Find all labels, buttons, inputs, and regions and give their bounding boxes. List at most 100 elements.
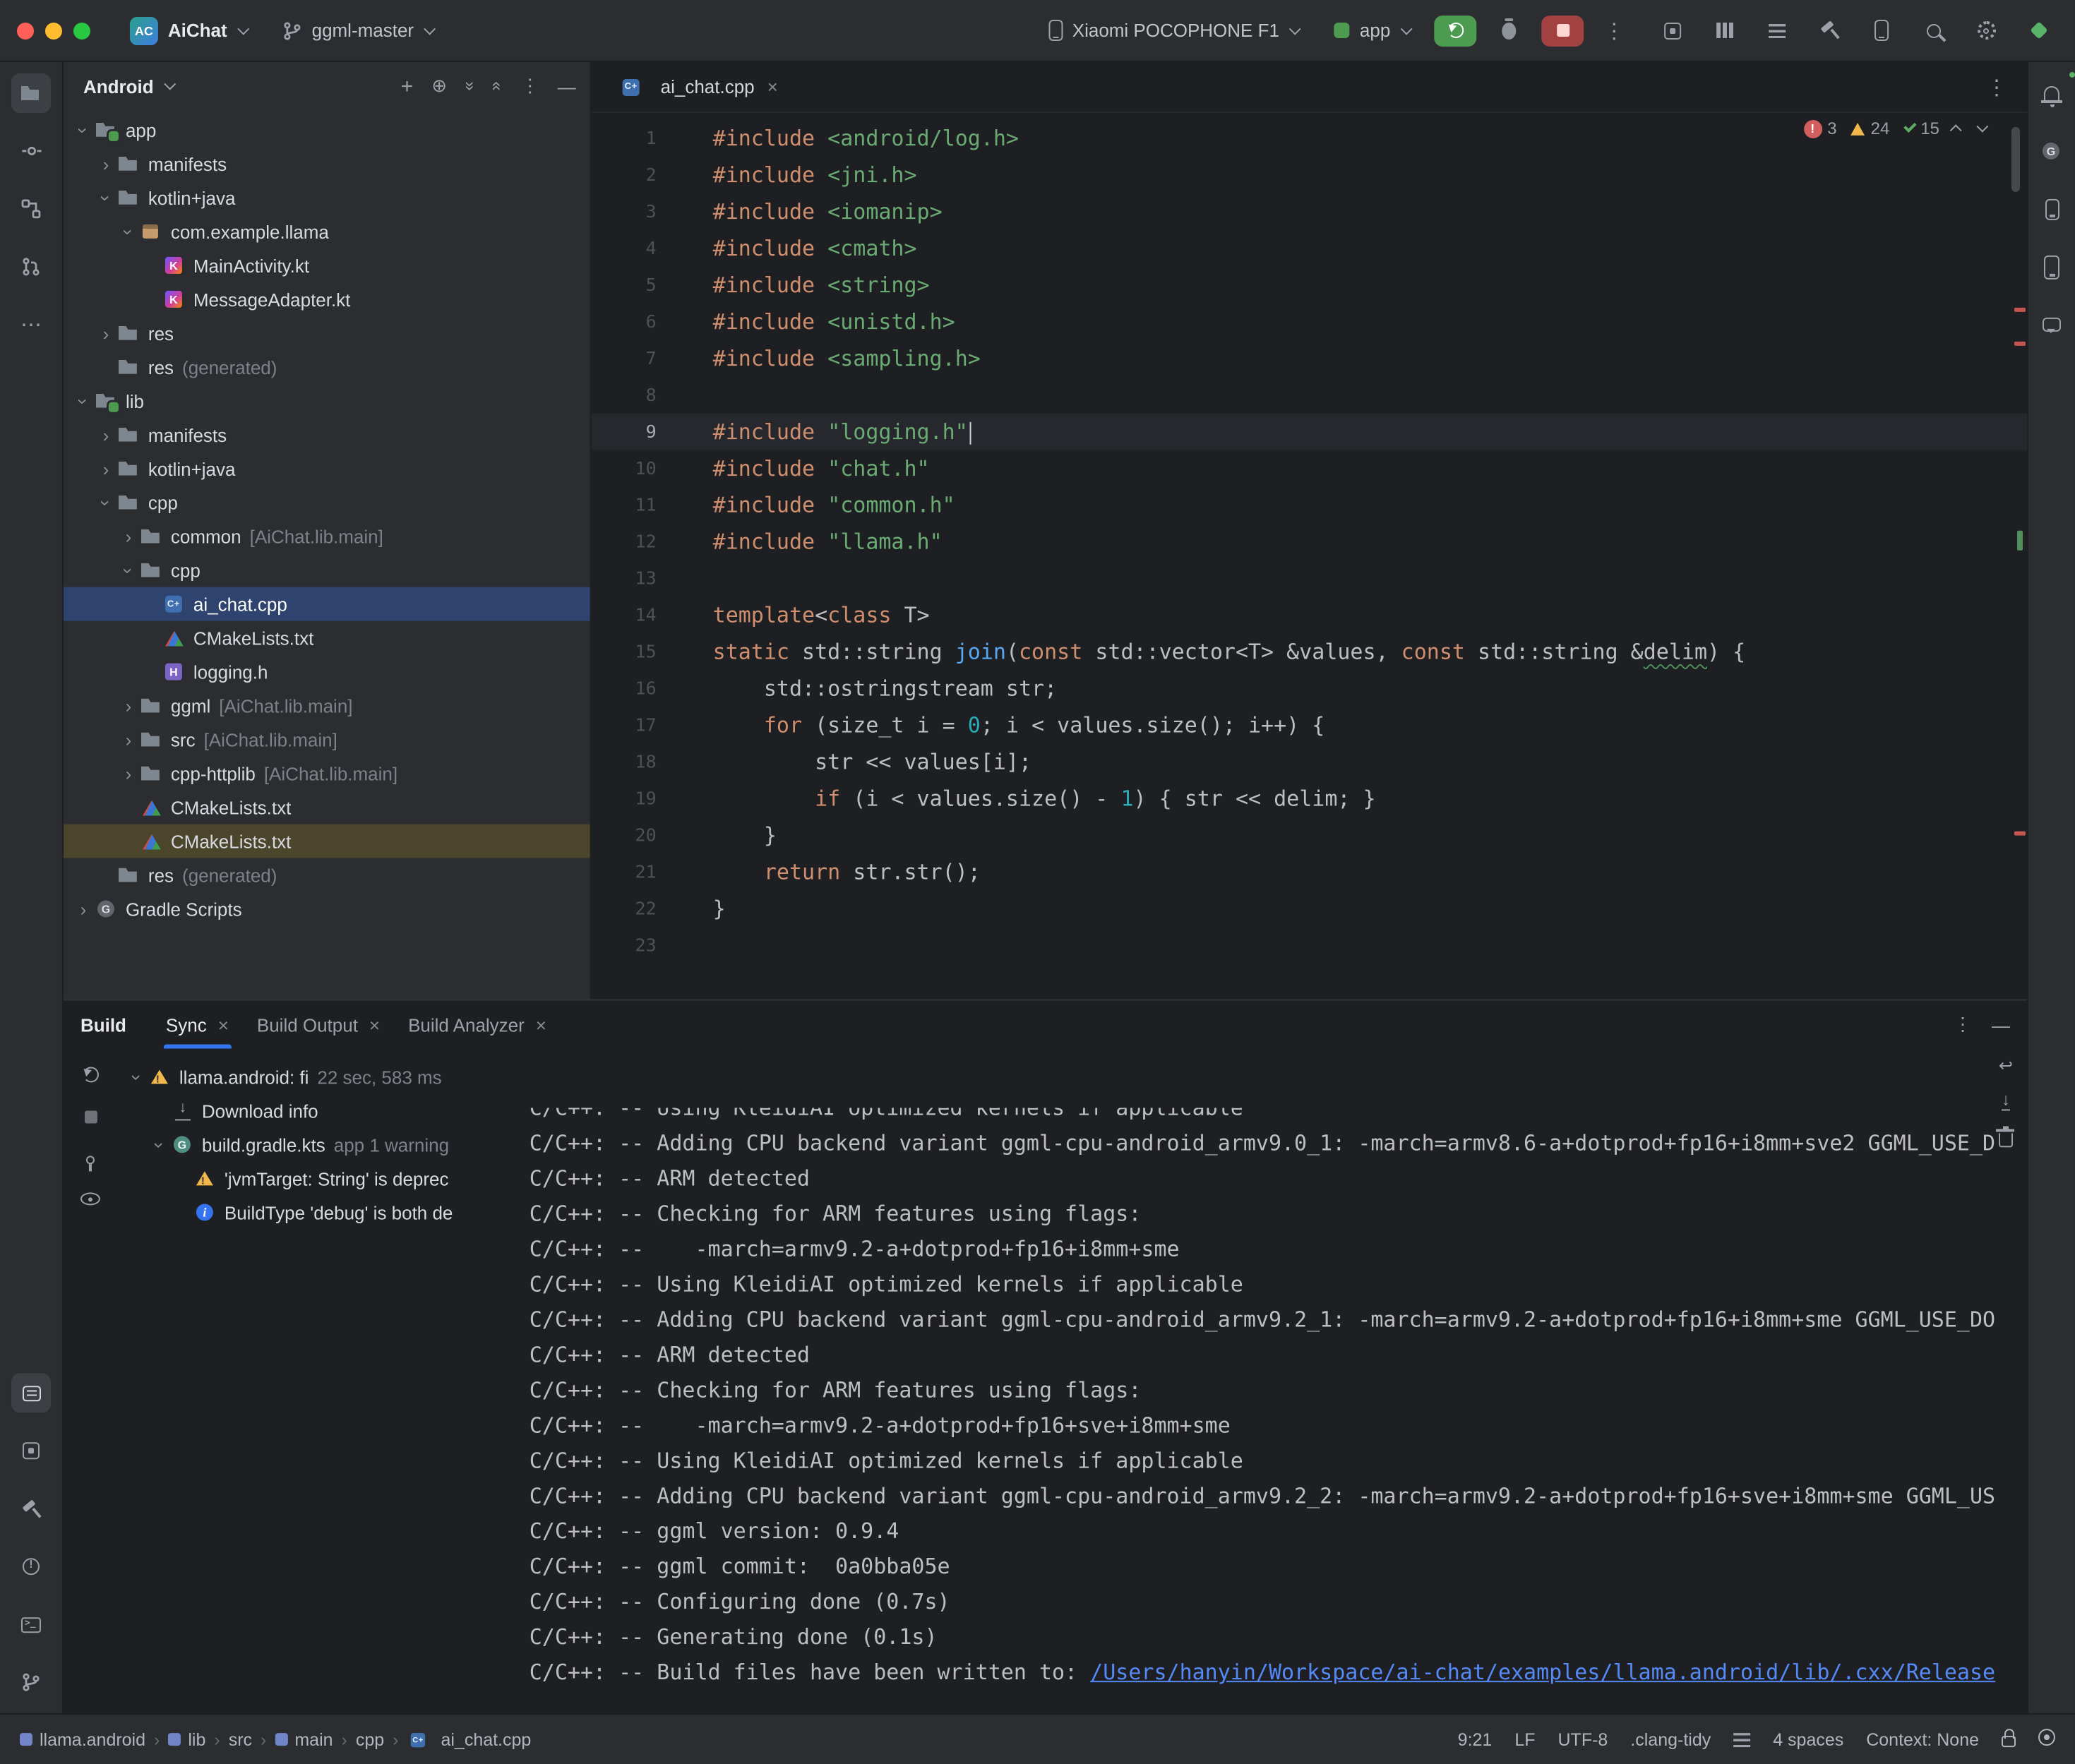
- chevron-right-icon[interactable]: ›: [95, 324, 117, 342]
- code-line-20[interactable]: 20 }: [592, 817, 2027, 854]
- breadcrumb-src[interactable]: src: [229, 1729, 252, 1749]
- line-number[interactable]: 7: [592, 340, 657, 377]
- line-number[interactable]: 21: [592, 854, 657, 891]
- project-tree-item-gradle-scripts[interactable]: ›Gradle Scripts: [64, 892, 590, 926]
- indent-setting[interactable]: 4 spaces: [1773, 1729, 1843, 1749]
- logcat-tool-button[interactable]: [11, 1373, 51, 1412]
- stop-sync-icon[interactable]: [84, 1106, 97, 1127]
- stop-button[interactable]: [1541, 15, 1584, 46]
- code-line-10[interactable]: 10#include "chat.h": [592, 450, 2027, 487]
- project-tree-item-kotlin-java[interactable]: ›kotlin+java: [64, 181, 590, 215]
- build-panel-options-icon[interactable]: ⋮: [1954, 1013, 1972, 1036]
- breadcrumb-ai-chat-cpp[interactable]: ai_chat.cpp: [407, 1728, 531, 1751]
- context-widget[interactable]: Context: None: [1866, 1729, 1979, 1749]
- close-tab-icon[interactable]: ×: [767, 76, 778, 97]
- line-number[interactable]: 23: [592, 928, 657, 964]
- code-line-17[interactable]: 17 for (size_t i = 0; i < values.size();…: [592, 707, 2027, 744]
- chevron-down-icon[interactable]: ›: [74, 119, 92, 141]
- build-tree-item-llama-android-fi[interactable]: ›llama.android: fi22 sec, 583 ms: [117, 1060, 513, 1093]
- layout-inspector-icon[interactable]: [1658, 16, 1687, 44]
- line-number[interactable]: 19: [592, 781, 657, 817]
- project-tree-item-cmakelists-txt[interactable]: CMakeLists.txt: [64, 621, 590, 655]
- pull-requests-tool-button[interactable]: [11, 247, 51, 287]
- project-tree-item-com-example-llama[interactable]: ›com.example.llama: [64, 215, 590, 248]
- chevron-right-icon[interactable]: ›: [95, 460, 117, 478]
- line-number[interactable]: 10: [592, 450, 657, 487]
- clear-console-icon[interactable]: [1999, 1127, 2013, 1153]
- close-tab-icon[interactable]: ×: [536, 1014, 546, 1035]
- terminal-tool-button[interactable]: [11, 1604, 51, 1644]
- chevron-right-icon[interactable]: ›: [95, 155, 117, 173]
- gradle-tool-button[interactable]: [2032, 131, 2071, 171]
- project-tree-item-messageadapter-kt[interactable]: MessageAdapter.kt: [64, 282, 590, 316]
- gemini-icon[interactable]: [2024, 16, 2052, 44]
- chevron-down-icon[interactable]: ›: [97, 186, 115, 209]
- code-line-11[interactable]: 11#include "common.h": [592, 487, 2027, 524]
- output-path-link[interactable]: /Users/hanyin/Workspace/ai-chat/examples…: [1090, 1660, 1995, 1685]
- code-line-3[interactable]: 3#include <iomanip>: [592, 193, 2027, 230]
- project-widget[interactable]: AC AiChat: [119, 11, 257, 50]
- code-line-14[interactable]: 14template<class T>: [592, 597, 2027, 634]
- project-tree-item-app[interactable]: ›app: [64, 113, 590, 147]
- minimize-window-button[interactable]: [45, 22, 62, 39]
- rerun-sync-icon[interactable]: [83, 1065, 98, 1086]
- project-tree-item-ai-chat-cpp[interactable]: ai_chat.cpp: [64, 587, 590, 621]
- line-number[interactable]: 13: [592, 560, 657, 597]
- code-line-7[interactable]: 7#include <sampling.h>: [592, 340, 2027, 377]
- line-number[interactable]: 18: [592, 744, 657, 781]
- line-number[interactable]: 2: [592, 157, 657, 193]
- project-view-selector[interactable]: Android: [83, 76, 154, 97]
- code-line-5[interactable]: 5#include <string>: [592, 267, 2027, 304]
- device-mirroring-icon[interactable]: [1867, 16, 1896, 44]
- project-tree-item-manifests[interactable]: ›manifests: [64, 418, 590, 452]
- eye-filter-icon[interactable]: [80, 1188, 100, 1209]
- build-tree-item-build-gradle-kts[interactable]: ›build.gradle.ktsapp 1 warning: [117, 1127, 513, 1161]
- commit-tool-button[interactable]: [11, 131, 51, 171]
- project-tree-item-common[interactable]: ›common[AiChat.lib.main]: [64, 520, 590, 553]
- notifications-button[interactable]: [2032, 73, 2071, 113]
- code-line-16[interactable]: 16 std::ostringstream str;: [592, 671, 2027, 707]
- project-tree-item-mainactivity-kt[interactable]: MainActivity.kt: [64, 248, 590, 282]
- editor-tab-ai-chat-cpp[interactable]: ai_chat.cpp ×: [606, 62, 792, 112]
- scroll-to-end-icon[interactable]: ↓: [2002, 1091, 2010, 1110]
- editor-scrollbar[interactable]: [2011, 127, 2020, 192]
- error-stripe-mark[interactable]: [2014, 308, 2026, 312]
- cursor-position[interactable]: 9:21: [1458, 1729, 1493, 1749]
- locate-file-icon[interactable]: ⊕: [431, 75, 447, 97]
- inspections-widget[interactable]: !3 24 15: [1803, 119, 1985, 138]
- project-tree-item-cmakelists-txt[interactable]: CMakeLists.txt: [64, 791, 590, 824]
- project-tree-item-ggml[interactable]: ›ggml[AiChat.lib.main]: [64, 689, 590, 723]
- file-encoding[interactable]: UTF-8: [1558, 1729, 1608, 1749]
- chevron-down-icon[interactable]: ›: [119, 220, 138, 243]
- todo-list-icon[interactable]: [1763, 16, 1791, 44]
- breadcrumb-main[interactable]: main: [275, 1729, 333, 1749]
- search-everywhere-icon[interactable]: [1920, 16, 1948, 44]
- soft-wrap-icon[interactable]: ↩: [1999, 1057, 2013, 1074]
- zoom-window-button[interactable]: [73, 22, 90, 39]
- close-tab-icon[interactable]: ×: [218, 1014, 229, 1035]
- code-line-22[interactable]: 22}: [592, 891, 2027, 928]
- run-config-selector[interactable]: app: [1323, 14, 1420, 47]
- more-run-actions-icon[interactable]: ⋮: [1598, 18, 1630, 43]
- device-selector[interactable]: Xiaomi POCOPHONE F1: [1037, 14, 1309, 47]
- code-line-23[interactable]: 23: [592, 928, 2027, 964]
- chevron-down-icon[interactable]: ›: [150, 1133, 169, 1156]
- line-number[interactable]: 14: [592, 597, 657, 634]
- line-number[interactable]: 8: [592, 377, 657, 414]
- version-control-tool-button[interactable]: [11, 1662, 51, 1702]
- device-manager-button[interactable]: [2032, 189, 2071, 229]
- line-number[interactable]: 17: [592, 707, 657, 744]
- project-tree-item-manifests[interactable]: ›manifests: [64, 147, 590, 181]
- add-icon[interactable]: +: [401, 74, 414, 98]
- chevron-right-icon[interactable]: ›: [117, 764, 140, 783]
- settings-gear-icon[interactable]: [1972, 16, 2000, 44]
- line-number[interactable]: 5: [592, 267, 657, 304]
- breadcrumb-lib[interactable]: lib: [168, 1729, 205, 1749]
- code-line-9[interactable]: 9#include "logging.h": [592, 414, 2027, 450]
- panel-options-icon[interactable]: ⋮: [521, 75, 539, 97]
- previous-problem-icon[interactable]: [1950, 124, 1962, 136]
- build-tool-button[interactable]: [11, 1489, 51, 1528]
- problems-tool-button[interactable]: [11, 1547, 51, 1586]
- line-number[interactable]: 22: [592, 891, 657, 928]
- project-tree-item-lib[interactable]: ›lib: [64, 384, 590, 418]
